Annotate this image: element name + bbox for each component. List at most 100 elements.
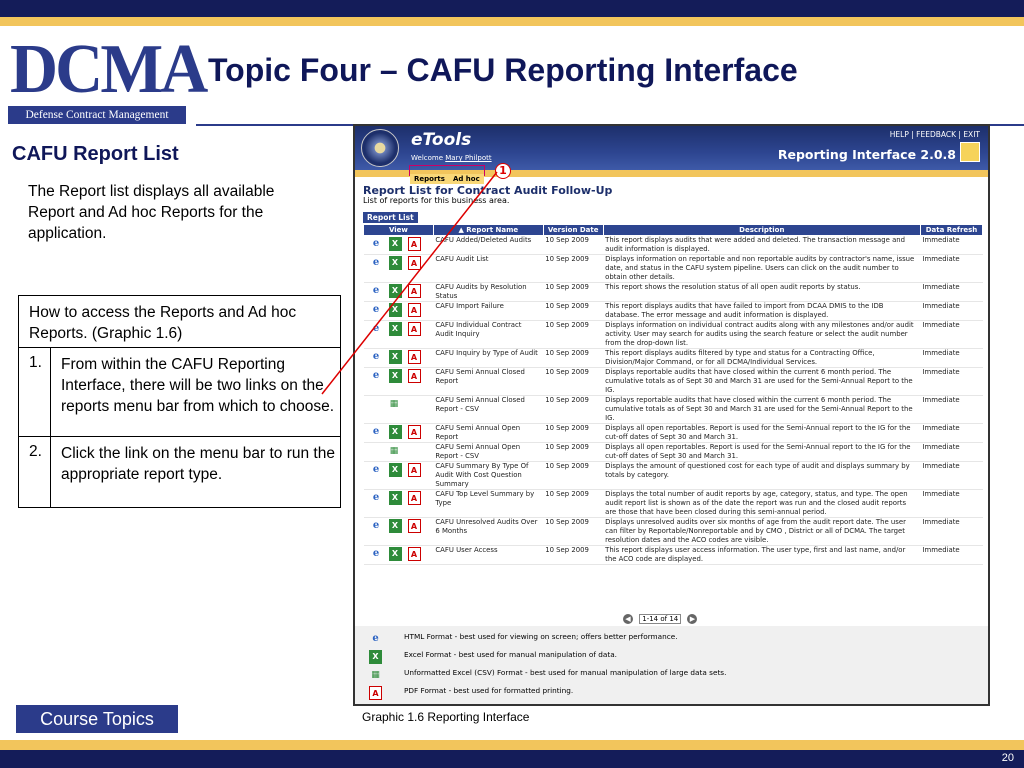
ie-icon[interactable]: e	[370, 491, 383, 505]
col-description: Description	[602, 224, 922, 236]
excel-icon[interactable]: X	[388, 350, 402, 364]
excel-icon[interactable]: X	[388, 547, 402, 561]
pdf-icon: A	[369, 686, 382, 700]
steps-table: How to access the Reports and Ad hoc Rep…	[18, 295, 341, 508]
steps-header: How to access the Reports and Ad hoc Rep…	[19, 296, 340, 348]
table-row: e X A CAFU Semi Annual Closed Report 10 Sep …	[363, 367, 983, 396]
version-date-cell: 10 Sep 2009	[543, 301, 604, 321]
excel-icon[interactable]: X	[388, 237, 402, 251]
pdf-icon[interactable]: A	[407, 322, 421, 336]
pdf-icon[interactable]: A	[407, 369, 421, 383]
excel-icon[interactable]: X	[388, 256, 402, 270]
view-cell: eXA	[363, 461, 434, 490]
user-link[interactable]: Mary Philpott	[445, 154, 491, 162]
description-cell: Displays unresolved audits over six mont…	[603, 517, 921, 546]
report-name-cell: CAFU User Access	[433, 545, 544, 565]
excel-icon[interactable]: X	[388, 519, 402, 533]
ie-icon[interactable]: e	[370, 425, 383, 439]
version-date-cell: 10 Sep 2009	[543, 367, 604, 396]
csv-icon[interactable]: ▦	[388, 444, 401, 458]
step-number: 2.	[19, 437, 51, 507]
legend-text: HTML Format - best used for viewing on s…	[404, 632, 678, 641]
welcome-text: Welcome Mary Philpott	[411, 154, 492, 162]
page-number: 20	[1001, 752, 1014, 764]
pdf-icon[interactable]: A	[407, 519, 421, 533]
excel-icon[interactable]: X	[388, 322, 402, 336]
data-refresh-cell: Immediate	[920, 442, 983, 462]
page-select[interactable]: 1-14 of 14	[639, 614, 682, 624]
ie-icon[interactable]: e	[370, 369, 383, 383]
pdf-icon[interactable]: A	[407, 491, 421, 505]
data-refresh-cell: Immediate	[920, 461, 983, 490]
version-date-cell: 10 Sep 2009	[543, 395, 604, 424]
view-cell: eXA	[363, 254, 434, 283]
excel-icon[interactable]: X	[388, 491, 402, 505]
view-cell: eXA	[363, 282, 434, 302]
course-topics-button[interactable]: Course Topics	[16, 705, 178, 733]
app-title: Reporting Interface 2.0.8	[777, 147, 956, 162]
version-date-cell: 10 Sep 2009	[543, 545, 604, 565]
ie-icon[interactable]: e	[370, 256, 383, 270]
report-list-tab[interactable]: Report List	[363, 212, 418, 223]
format-legend: e HTML Format - best used for viewing on …	[355, 626, 988, 704]
view-cell: eXA	[363, 545, 434, 565]
ie-icon: e	[372, 633, 379, 644]
legend-text: PDF Format - best used for formatted pri…	[404, 686, 574, 695]
ie-icon[interactable]: e	[370, 237, 383, 251]
report-name-cell: CAFU Summary By Type Of Audit With Cost …	[433, 461, 544, 490]
menu-adhoc-link[interactable]: Ad hoc	[448, 174, 484, 184]
next-page-icon[interactable]: ▶	[687, 614, 698, 624]
pdf-icon[interactable]: A	[407, 547, 421, 561]
data-refresh-cell: Immediate	[920, 348, 983, 368]
ie-icon[interactable]: e	[370, 350, 383, 364]
dcma-logo: DCMA Defense Contract Management Agency	[8, 31, 208, 139]
logo-text: DCMA	[10, 31, 208, 108]
data-refresh-cell: Immediate	[920, 517, 983, 546]
ie-icon[interactable]: e	[370, 547, 383, 561]
ie-icon[interactable]: e	[370, 303, 383, 317]
ie-icon[interactable]: e	[370, 322, 383, 336]
legend-item: X Excel Format - best used for manual man…	[369, 650, 617, 664]
pdf-icon[interactable]: A	[407, 237, 421, 251]
version-date-cell: 10 Sep 2009	[543, 489, 604, 518]
report-table: View ▲ Report Name Version Date Descript…	[363, 224, 983, 565]
pdf-icon[interactable]: A	[407, 284, 421, 298]
excel-icon[interactable]: X	[388, 425, 402, 439]
view-cell: ▦	[363, 442, 434, 462]
top-links[interactable]: HELP | FEEDBACK | EXIT	[890, 130, 980, 139]
pdf-icon[interactable]: A	[407, 350, 421, 364]
welcome-label: Welcome	[411, 154, 444, 162]
pdf-icon[interactable]: A	[407, 425, 421, 439]
description-cell: Displays all open reportables. Report is…	[603, 423, 921, 443]
step-text: Click the link on the menu bar to run th…	[61, 445, 335, 483]
pdf-icon[interactable]: A	[407, 303, 421, 317]
version-date-cell: 10 Sep 2009	[543, 423, 604, 443]
pdf-icon[interactable]: A	[407, 256, 421, 270]
pdf-icon[interactable]: A	[407, 463, 421, 477]
graphic-caption: Graphic 1.6 Reporting Interface	[362, 710, 530, 724]
col-version-date[interactable]: Version Date	[542, 224, 604, 236]
ie-icon[interactable]: e	[370, 463, 383, 477]
reporting-interface-screenshot: eTools Welcome Mary Philpott HELP | FEED…	[353, 124, 990, 706]
report-name-cell: CAFU Added/Deleted Audits	[433, 235, 544, 255]
view-cell: eXA	[363, 489, 434, 518]
view-cell: eXA	[363, 423, 434, 443]
data-refresh-cell: Immediate	[920, 423, 983, 443]
excel-icon[interactable]: X	[388, 463, 402, 477]
excel-icon: X	[369, 650, 382, 664]
data-refresh-cell: Immediate	[920, 489, 983, 518]
csv-icon[interactable]: ▦	[388, 397, 401, 411]
ie-icon[interactable]: e	[370, 284, 383, 298]
prev-page-icon[interactable]: ◀	[623, 614, 633, 624]
col-report-name[interactable]: ▲ Report Name	[432, 224, 544, 236]
data-refresh-cell: Immediate	[920, 545, 983, 565]
menu-reports-link[interactable]: Reports	[410, 174, 449, 184]
ie-icon[interactable]: e	[370, 519, 383, 533]
excel-icon[interactable]: X	[388, 369, 402, 383]
dod-seal-icon	[361, 129, 399, 167]
description-cell: Displays all open reportables. Report is…	[603, 442, 921, 462]
report-name-cell: CAFU Inquiry by Type of Audit	[433, 348, 544, 368]
callout-badge: 1	[495, 163, 511, 179]
excel-icon[interactable]: X	[388, 303, 402, 317]
excel-icon[interactable]: X	[388, 284, 402, 298]
